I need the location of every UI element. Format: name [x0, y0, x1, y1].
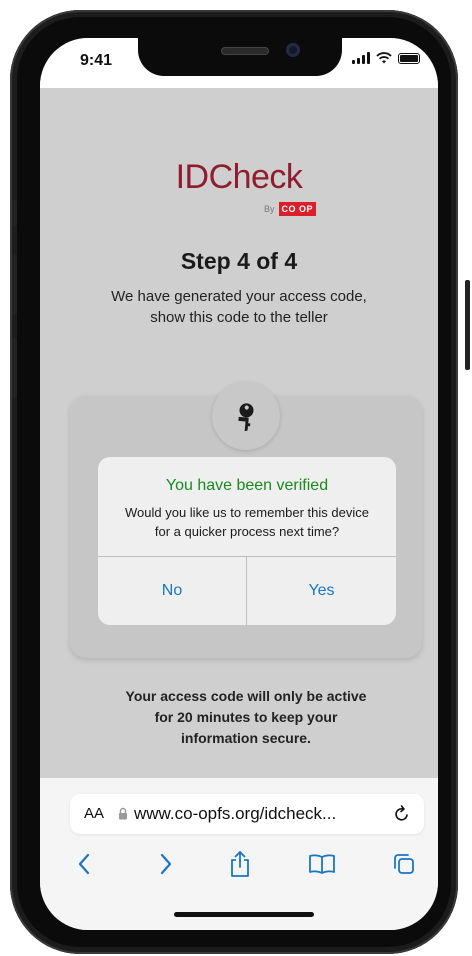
share-icon[interactable]	[222, 846, 258, 882]
key-icon	[238, 403, 254, 431]
speaker	[221, 47, 269, 55]
phone-screen: 9:41 IDCheck By CO OP Step 4 of 4 We hav…	[40, 38, 438, 930]
book-icon[interactable]	[304, 846, 340, 882]
wifi-icon	[376, 52, 392, 64]
status-bar: 9:41	[40, 38, 438, 88]
step-title: Step 4 of 4	[180, 248, 298, 274]
address-bar[interactable]: AA www.co-opfs.org/idcheck...	[70, 794, 424, 834]
mute-switch	[12, 200, 17, 226]
access-code-note: Your access code will only be active for…	[125, 688, 367, 746]
yes-button[interactable]: Yes	[247, 557, 396, 625]
verification-dialog: You have been verified Would you like us…	[98, 457, 396, 625]
status-time: 9:41	[80, 52, 113, 69]
chevron-right-icon[interactable]	[148, 846, 184, 882]
key-badge	[212, 382, 280, 450]
coop-badge: CO OP	[278, 202, 317, 216]
browser-toolbar: AA www.co-opfs.org/idcheck...	[40, 778, 438, 930]
battery-icon	[398, 52, 420, 64]
url-text: www.co-opfs.org/idcheck...	[134, 804, 337, 823]
page-content: IDCheck By CO OP Step 4 of 4 We have gen…	[40, 88, 438, 778]
signal-icon	[352, 52, 370, 64]
status-icons	[352, 52, 420, 64]
dialog-message: Would you like us to remember this devic…	[125, 505, 369, 539]
power-button	[465, 280, 470, 370]
dialog-title: You have been verified	[165, 477, 329, 494]
chevron-left-icon[interactable]	[66, 846, 102, 882]
text-size-button[interactable]: AA	[84, 805, 104, 822]
front-camera	[286, 43, 300, 57]
volume-up-button	[12, 255, 17, 315]
logo-brand: IDCheck	[175, 158, 303, 196]
step-description: We have generated your access code, show…	[111, 288, 367, 326]
logo-byline: By CO OP	[264, 202, 317, 216]
home-indicator	[174, 912, 314, 917]
logo-by: By	[264, 204, 275, 214]
lock-icon	[119, 807, 127, 820]
notch	[138, 38, 342, 76]
no-button[interactable]: No	[98, 557, 246, 625]
volume-down-button	[12, 338, 17, 398]
idcheck-logo: IDCheck	[40, 158, 438, 197]
tabs-icon[interactable]	[386, 846, 422, 882]
reload-icon[interactable]	[392, 804, 412, 824]
browser-nav-bar	[40, 846, 438, 886]
